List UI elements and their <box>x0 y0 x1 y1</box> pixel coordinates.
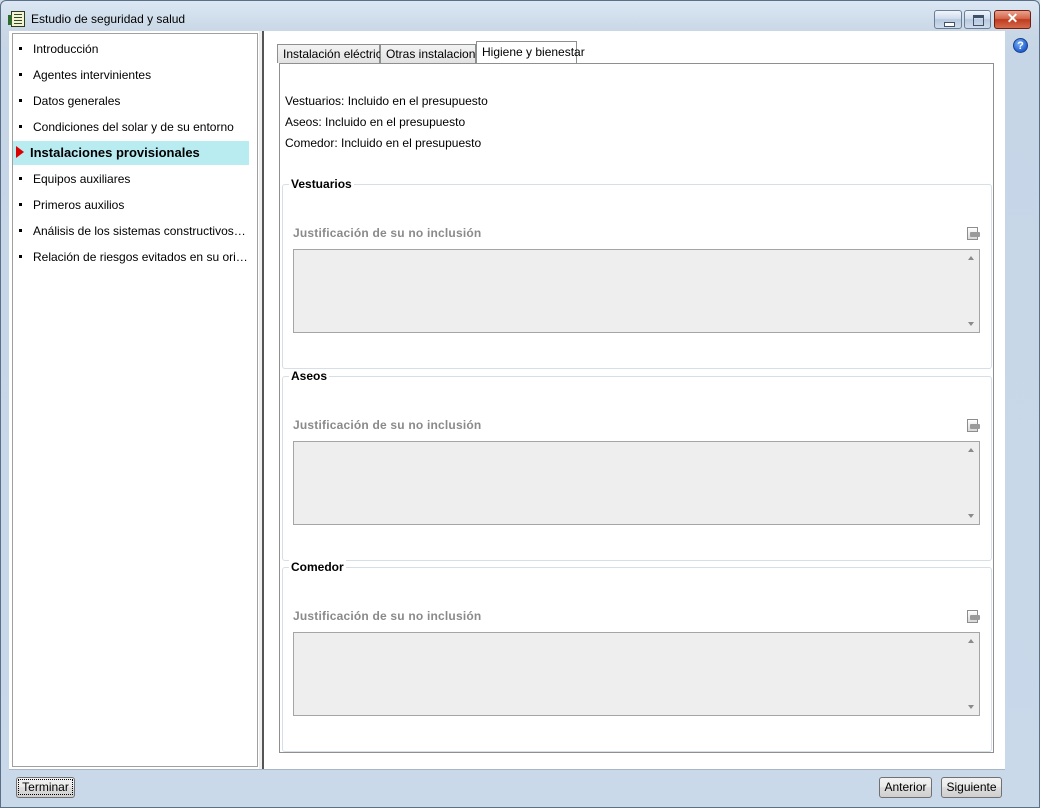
sidebar-item-label: Análisis de los sistemas constructivos p… <box>33 224 249 238</box>
vertical-scrollbar[interactable] <box>963 442 979 524</box>
tab-otras-instalaciones[interactable]: Otras instalaciones <box>380 44 488 63</box>
vertical-scrollbar[interactable] <box>963 633 979 715</box>
sidebar-item-primeros-auxilios[interactable]: Primeros auxilios <box>13 193 249 217</box>
minimize-button[interactable] <box>934 10 962 29</box>
sidebar-item-analisis[interactable]: Análisis de los sistemas constructivos p… <box>13 219 249 243</box>
summary-aseos: Aseos: Incluido en el presupuesto <box>285 115 466 129</box>
scroll-up-icon[interactable] <box>968 256 974 260</box>
document-icon[interactable] <box>967 419 980 432</box>
group-title: Comedor <box>289 560 346 574</box>
scroll-down-icon[interactable] <box>968 322 974 326</box>
sidebar-item-datos-generales[interactable]: Datos generales <box>13 89 249 113</box>
bullet-icon <box>19 125 22 128</box>
bullet-icon <box>19 203 22 206</box>
bullet-icon <box>19 229 22 232</box>
title-bar: Estudio de seguridad y salud ✕ <box>1 1 1039 33</box>
tab-panel: Vestuarios: Incluido en el presupuesto A… <box>279 63 994 753</box>
scroll-down-icon[interactable] <box>968 514 974 518</box>
bullet-icon <box>19 73 22 76</box>
close-icon: ✕ <box>1006 10 1019 26</box>
terminar-label: Terminar <box>18 779 73 795</box>
tab-instalacion-electrica[interactable]: Instalación eléctrica <box>277 44 388 63</box>
bullet-icon <box>19 47 22 50</box>
close-button[interactable]: ✕ <box>994 10 1031 29</box>
client-area: Introducción Agentes intervinientes Dato… <box>9 31 1005 769</box>
selected-arrow-icon <box>16 146 24 158</box>
help-icon[interactable]: ? <box>1013 38 1028 53</box>
sidebar-item-label: Instalaciones provisionales <box>30 145 200 160</box>
summary-comedor: Comedor: Incluido en el presupuesto <box>285 136 482 150</box>
bullet-icon <box>19 177 22 180</box>
footer-separator <box>9 769 1005 770</box>
sidebar-item-label: Agentes intervinientes <box>33 68 152 82</box>
scroll-down-icon[interactable] <box>968 705 974 709</box>
sidebar-item-label: Datos generales <box>33 94 121 108</box>
justificacion-textarea[interactable] <box>293 441 980 525</box>
field-label: Justificación de su no inclusión <box>293 226 482 240</box>
window-title: Estudio de seguridad y salud <box>31 12 186 26</box>
scroll-up-icon[interactable] <box>968 448 974 452</box>
bullet-icon <box>19 255 22 258</box>
bullet-icon <box>19 99 22 102</box>
siguiente-button[interactable]: Siguiente <box>941 777 1002 798</box>
group-title: Vestuarios <box>289 177 354 191</box>
vertical-scrollbar[interactable] <box>963 250 979 332</box>
justificacion-textarea[interactable] <box>293 632 980 716</box>
summary-vestuarios: Vestuarios: Incluido en el presupuesto <box>285 94 488 108</box>
terminar-button[interactable]: Terminar <box>16 777 75 798</box>
sidebar-item-label: Primeros auxilios <box>33 198 125 212</box>
group-vestuarios: Vestuarios Justificación de su no inclus… <box>282 177 992 369</box>
main-window: Estudio de seguridad y salud ✕ ? Introdu… <box>0 0 1040 808</box>
sidebar-item-instalaciones[interactable]: Instalaciones provisionales <box>13 141 249 165</box>
tab-higiene-bienestar[interactable]: Higiene y bienestar <box>476 41 585 63</box>
splitter[interactable] <box>258 31 264 769</box>
anterior-button[interactable]: Anterior <box>879 777 932 798</box>
sidebar-item-condiciones[interactable]: Condiciones del solar y de su entorno <box>13 115 249 139</box>
sidebar-item-agentes[interactable]: Agentes intervinientes <box>13 63 249 87</box>
sidebar-item-label: Relación de riesgos evitados en su orige… <box>33 250 249 264</box>
group-aseos: Aseos Justificación de su no inclusión <box>282 369 992 561</box>
group-comedor: Comedor Justificación de su no inclusión <box>282 560 992 752</box>
document-icon[interactable] <box>967 610 980 623</box>
sidebar-item-label: Condiciones del solar y de su entorno <box>33 120 234 134</box>
maximize-button[interactable] <box>964 10 991 29</box>
sidebar-item-introduccion[interactable]: Introducción <box>13 37 249 61</box>
field-label: Justificación de su no inclusión <box>293 418 482 432</box>
sidebar-item-equipos[interactable]: Equipos auxiliares <box>13 167 249 191</box>
app-icon <box>8 11 25 27</box>
group-title: Aseos <box>289 369 330 383</box>
sidebar-item-label: Introducción <box>33 42 99 56</box>
sidebar-item-label: Equipos auxiliares <box>33 172 131 186</box>
field-label: Justificación de su no inclusión <box>293 609 482 623</box>
sidebar-item-riesgos[interactable]: Relación de riesgos evitados en su orige… <box>13 245 249 269</box>
sidebar-nav: Introducción Agentes intervinientes Dato… <box>12 33 258 767</box>
scroll-up-icon[interactable] <box>968 639 974 643</box>
justificacion-textarea[interactable] <box>293 249 980 333</box>
document-icon[interactable] <box>967 227 980 240</box>
